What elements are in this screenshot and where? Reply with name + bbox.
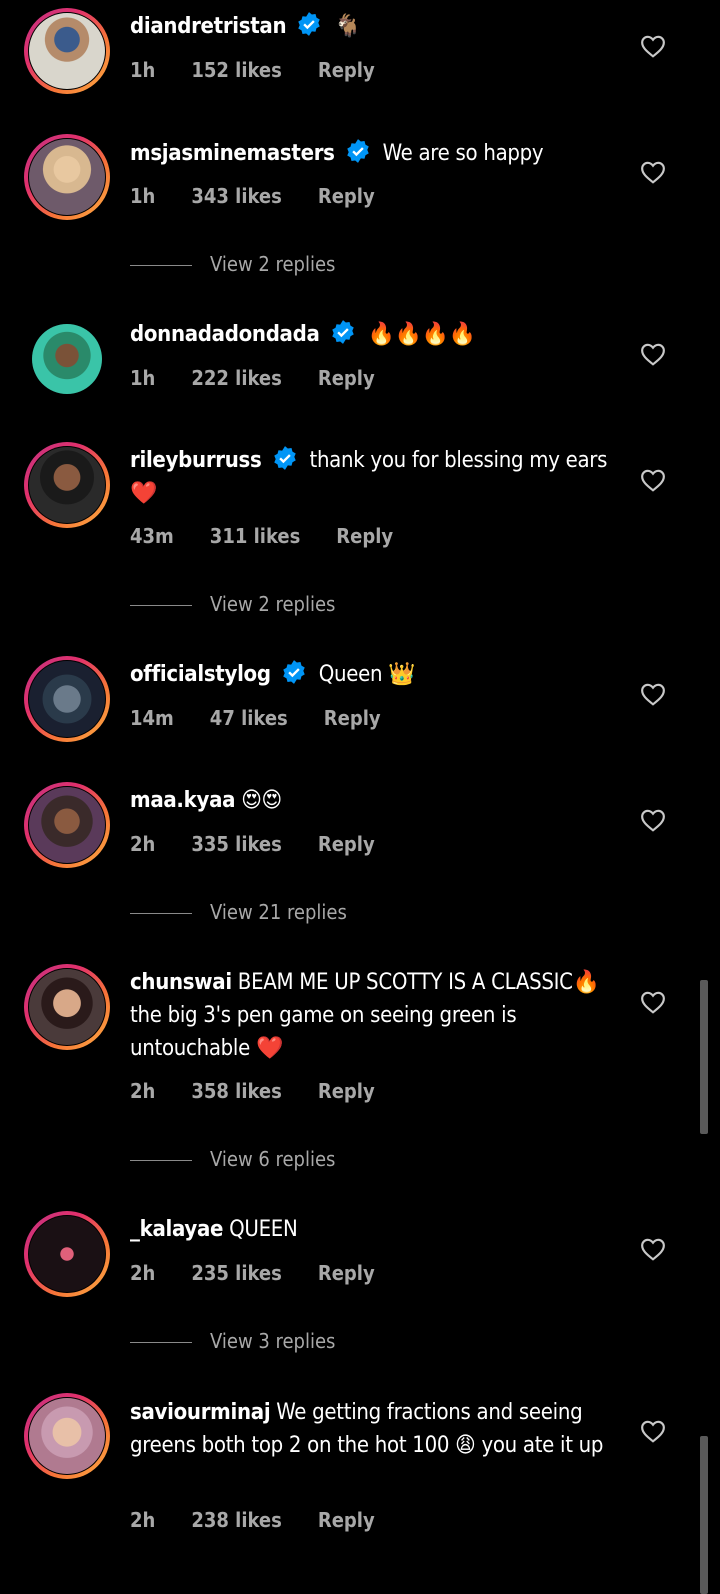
- heart-outline-icon[interactable]: [640, 990, 666, 1014]
- comment-time: 14m: [130, 706, 174, 730]
- view-replies-button[interactable]: View 21 replies: [130, 900, 347, 924]
- comment-time: 1h: [130, 366, 156, 390]
- verified-badge-icon: [331, 320, 354, 344]
- like-count[interactable]: 358 likes: [191, 1079, 282, 1103]
- avatar[interactable]: [24, 8, 110, 94]
- reply-button[interactable]: Reply: [318, 1079, 375, 1103]
- scrollbar[interactable]: [700, 980, 708, 1134]
- comment-text: We are so happy: [382, 141, 544, 166]
- comment-time: 2h: [130, 1079, 156, 1103]
- view-replies-button[interactable]: View 2 replies: [130, 252, 335, 276]
- heart-outline-icon[interactable]: [640, 160, 666, 184]
- comment-time: 2h: [130, 1261, 156, 1285]
- reply-button[interactable]: Reply: [318, 58, 375, 82]
- avatar[interactable]: [24, 442, 110, 528]
- reply-button[interactable]: Reply: [318, 1261, 375, 1285]
- like-count[interactable]: 222 likes: [191, 366, 282, 390]
- verified-badge-icon: [273, 446, 296, 470]
- comment-text: 😍😍: [241, 788, 282, 813]
- reply-button[interactable]: Reply: [336, 524, 393, 548]
- username[interactable]: diandretristan: [130, 14, 287, 39]
- like-count[interactable]: 152 likes: [191, 58, 282, 82]
- heart-outline-icon[interactable]: [640, 468, 666, 492]
- heart-outline-icon[interactable]: [640, 682, 666, 706]
- username[interactable]: maa.kyaa: [130, 788, 236, 813]
- username[interactable]: officialstylog: [130, 662, 271, 687]
- scrollbar-lower[interactable]: [700, 1436, 708, 1594]
- comment-text: QUEEN: [229, 1217, 298, 1242]
- heart-outline-icon[interactable]: [640, 1419, 666, 1443]
- heart-outline-icon[interactable]: [640, 1237, 666, 1261]
- reply-button[interactable]: Reply: [318, 1508, 375, 1532]
- username[interactable]: rileyburruss: [130, 448, 262, 473]
- like-count[interactable]: 238 likes: [191, 1508, 282, 1532]
- avatar[interactable]: [24, 656, 110, 742]
- heart-outline-icon[interactable]: [640, 34, 666, 58]
- username[interactable]: donnadadondada: [130, 322, 320, 347]
- like-count[interactable]: 235 likes: [191, 1261, 282, 1285]
- username[interactable]: chunswai: [130, 970, 232, 995]
- comment-time: 2h: [130, 1508, 156, 1532]
- like-count[interactable]: 47 likes: [210, 706, 288, 730]
- comment-text: Queen 👑: [318, 662, 416, 687]
- username[interactable]: _kalayae: [130, 1217, 223, 1242]
- view-replies-button[interactable]: View 2 replies: [130, 592, 335, 616]
- reply-button[interactable]: Reply: [318, 366, 375, 390]
- avatar[interactable]: [24, 1211, 110, 1297]
- reply-button[interactable]: Reply: [324, 706, 381, 730]
- username[interactable]: saviourminaj: [130, 1400, 271, 1425]
- verified-badge-icon: [298, 12, 320, 36]
- view-replies-button[interactable]: View 3 replies: [130, 1329, 335, 1353]
- like-count[interactable]: 335 likes: [191, 832, 282, 856]
- reply-button[interactable]: Reply: [318, 184, 375, 208]
- reply-button[interactable]: Reply: [318, 832, 375, 856]
- comment-text: 🔥🔥🔥🔥: [367, 322, 477, 347]
- username[interactable]: msjasminemasters: [130, 141, 335, 166]
- view-replies-button[interactable]: View 6 replies: [130, 1147, 335, 1171]
- verified-badge-icon: [346, 139, 369, 163]
- like-count[interactable]: 311 likes: [210, 524, 301, 548]
- like-count[interactable]: 343 likes: [191, 184, 282, 208]
- avatar[interactable]: [24, 316, 110, 402]
- heart-outline-icon[interactable]: [640, 808, 666, 832]
- comment-text: 🐐: [334, 14, 362, 39]
- comment-time: 1h: [130, 58, 156, 82]
- comment-time: 2h: [130, 832, 156, 856]
- verified-badge-icon: [282, 660, 305, 684]
- avatar[interactable]: [24, 782, 110, 868]
- avatar[interactable]: [24, 134, 110, 220]
- comment-time: 1h: [130, 184, 156, 208]
- avatar[interactable]: [24, 1393, 110, 1479]
- avatar[interactable]: [24, 964, 110, 1050]
- comment-time: 43m: [130, 524, 174, 548]
- heart-outline-icon[interactable]: [640, 342, 666, 366]
